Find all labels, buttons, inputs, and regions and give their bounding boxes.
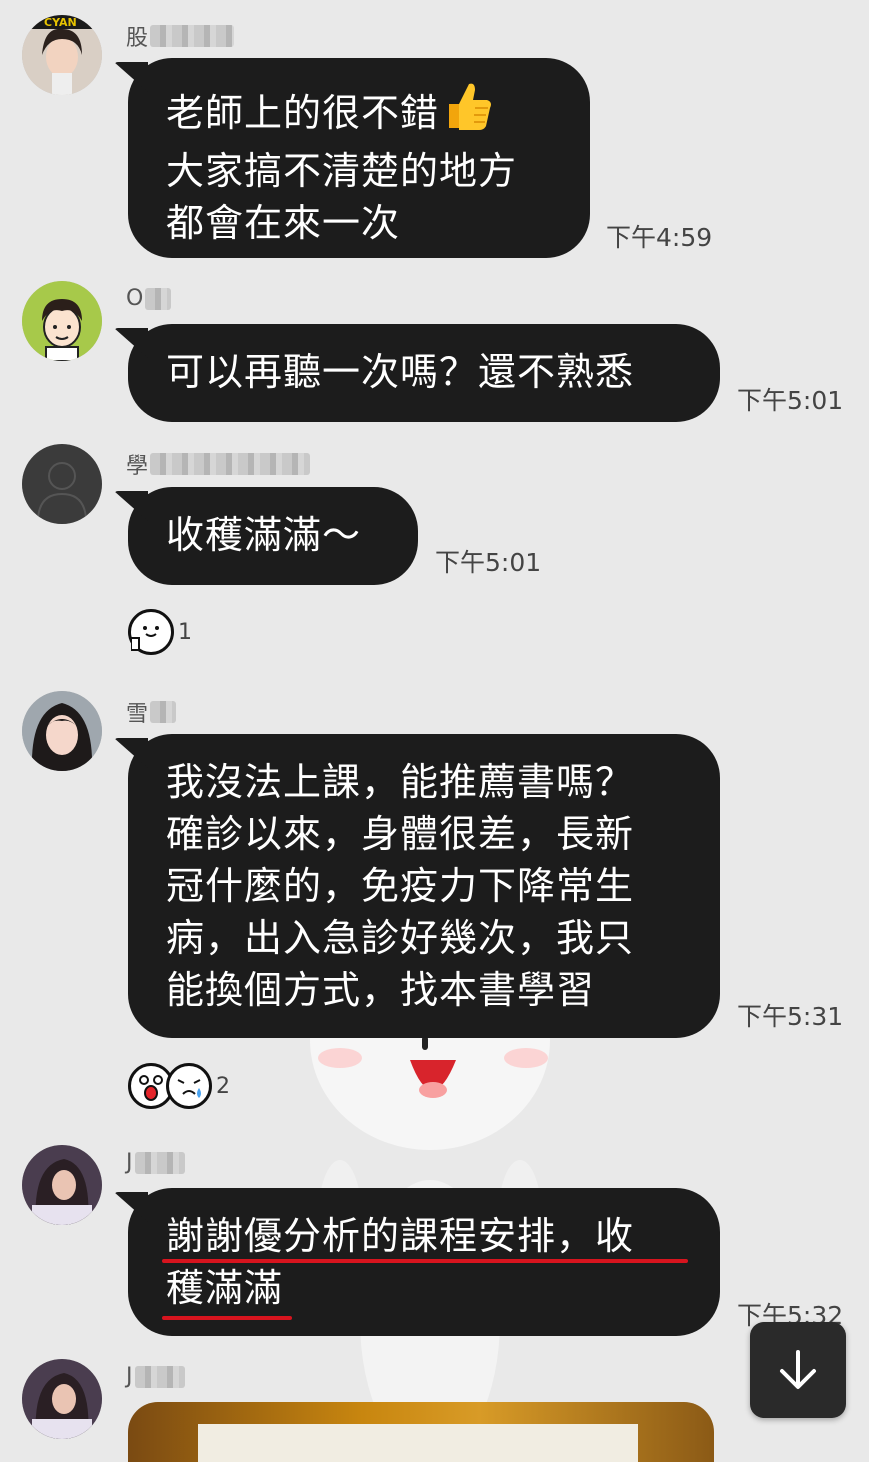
- message-line: 老師上的很不錯: [166, 80, 552, 145]
- sender-name: O: [126, 286, 172, 311]
- highlight-underline: [162, 1316, 292, 1320]
- sender-name: J: [126, 1150, 185, 1175]
- avatar[interactable]: CYAN: [22, 15, 102, 95]
- svg-text:CYAN: CYAN: [44, 16, 77, 29]
- message-bubble[interactable]: 老師上的很不錯 大家搞不清楚的地方 都會在來一次: [128, 58, 590, 258]
- message-line: 病，出入急診好幾次，我只: [166, 916, 635, 960]
- image-content: [198, 1424, 638, 1462]
- reaction-count: 2: [216, 1073, 230, 1099]
- message-bubble[interactable]: 收穫滿滿～: [128, 487, 418, 585]
- scroll-to-bottom-button[interactable]: [750, 1322, 846, 1418]
- message-time: 下午5:01: [737, 386, 844, 415]
- reaction[interactable]: 2: [128, 1063, 230, 1109]
- message-line: 收穫滿滿～: [166, 513, 362, 557]
- thumbs-up-icon: [441, 80, 493, 145]
- image-attachment[interactable]: [128, 1402, 714, 1462]
- avatar[interactable]: [22, 444, 102, 524]
- message-line: 能換個方式，找本書學習: [166, 968, 596, 1012]
- message-bubble[interactable]: 可以再聽一次嗎？還不熟悉: [128, 324, 720, 422]
- reaction-count: 1: [178, 619, 192, 645]
- thumbs-up-face-icon: [128, 609, 174, 655]
- sender-name: J: [126, 1364, 185, 1389]
- reaction[interactable]: 1: [128, 609, 192, 655]
- sender-name: 雪: [126, 696, 177, 728]
- message-line: 穫滿滿: [166, 1266, 284, 1310]
- message-line: 確診以來，身體很差，長新: [166, 812, 635, 856]
- avatar[interactable]: [22, 1145, 102, 1225]
- sender-name: 學: [126, 448, 311, 480]
- message-time: 下午5:01: [435, 548, 542, 577]
- message-time: 下午4:59: [606, 223, 713, 252]
- message-line: 大家搞不清楚的地方: [166, 149, 518, 193]
- avatar[interactable]: [22, 281, 102, 361]
- message-line: 都會在來一次: [166, 201, 401, 245]
- message-time: 下午5:31: [737, 1002, 844, 1031]
- sender-name: 股: [126, 20, 235, 52]
- crying-face-icon: [166, 1063, 212, 1109]
- message-line: 可以再聽一次嗎？還不熟悉: [166, 350, 635, 394]
- message-line: 我沒法上課，能推薦書嗎？: [166, 760, 635, 804]
- message-line: 冠什麼的，免疫力下降常生: [166, 864, 635, 908]
- arrow-down-icon: [780, 1350, 816, 1389]
- avatar[interactable]: [22, 691, 102, 771]
- message-line: 謝謝優分析的課程安排，收: [166, 1214, 635, 1258]
- highlight-underline: [162, 1259, 688, 1263]
- avatar[interactable]: [22, 1359, 102, 1439]
- message-bubble[interactable]: 我沒法上課，能推薦書嗎？ 確診以來，身體很差，長新 冠什麼的，免疫力下降常生 病…: [128, 734, 720, 1038]
